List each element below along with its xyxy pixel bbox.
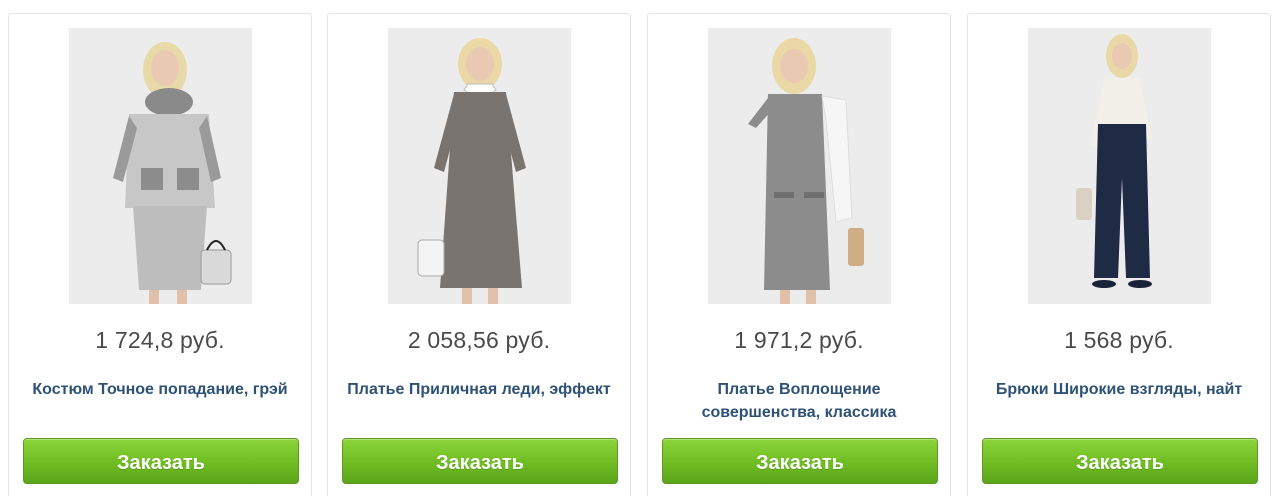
product-price: 1 568 руб. [1064, 327, 1174, 353]
product-card: 2 058,56 руб. Платье Приличная леди, эфф… [327, 13, 631, 496]
product-card: 1 724,8 руб. Костюм Точное попадание, гр… [8, 13, 312, 496]
product-price: 2 058,56 руб. [407, 327, 551, 353]
product-title-link[interactable]: Платье Воплощение совершенства, классика [662, 378, 936, 424]
product-photo[interactable] [388, 28, 571, 304]
product-photo[interactable] [708, 28, 891, 304]
product-card: 1 971,2 руб. Платье Воплощение совершенс… [647, 13, 951, 496]
product-photo[interactable] [69, 28, 252, 304]
product-photo[interactable] [1028, 28, 1211, 304]
product-image-dress [388, 28, 571, 304]
product-title-link[interactable]: Костюм Точное попадание, грэй [23, 378, 297, 401]
product-image-dress [708, 28, 891, 304]
product-grid: 1 724,8 руб. Костюм Точное попадание, гр… [0, 0, 1280, 496]
order-button[interactable]: Заказать [342, 438, 618, 484]
product-title-link[interactable]: Брюки Широкие взгляды, найт [982, 378, 1256, 401]
product-price: 1 724,8 руб. [95, 327, 225, 353]
product-image-trousers [1028, 28, 1211, 304]
product-image-suit [69, 28, 252, 304]
order-button[interactable]: Заказать [662, 438, 938, 484]
order-button[interactable]: Заказать [982, 438, 1258, 484]
product-price: 1 971,2 руб. [734, 327, 864, 353]
product-title-link[interactable]: Платье Приличная леди, эффект [342, 378, 616, 401]
product-card: 1 568 руб. Брюки Широкие взгляды, найт З… [967, 13, 1271, 496]
order-button[interactable]: Заказать [23, 438, 299, 484]
